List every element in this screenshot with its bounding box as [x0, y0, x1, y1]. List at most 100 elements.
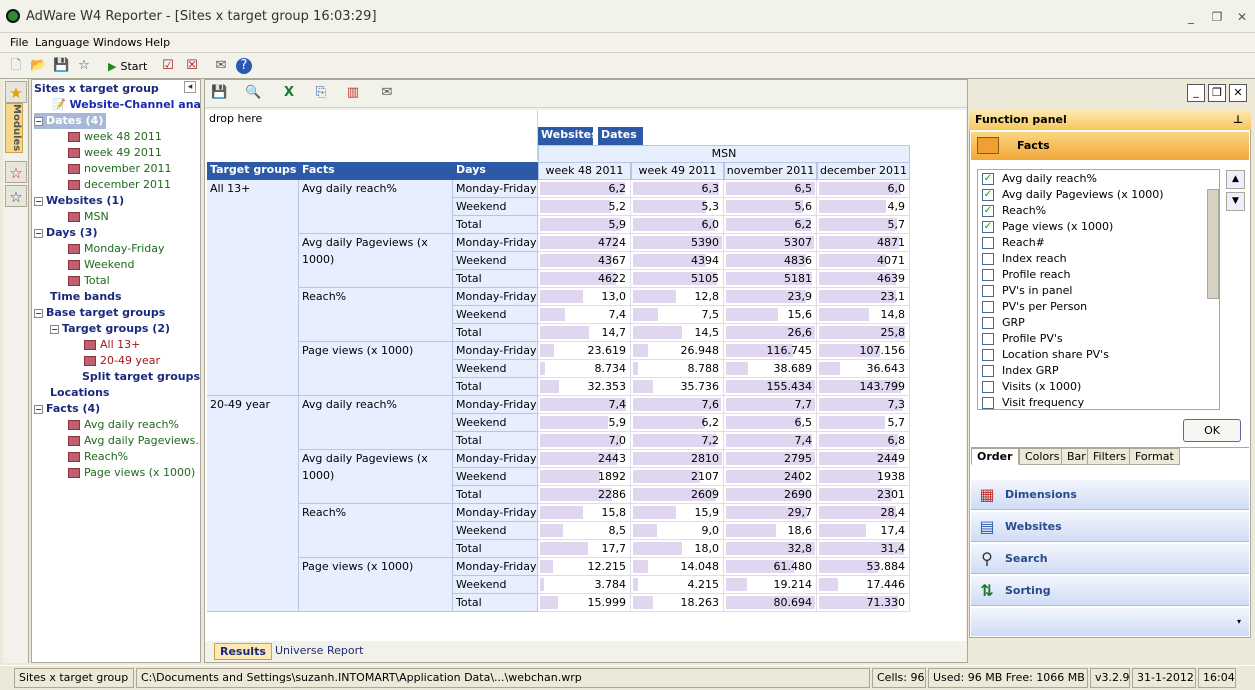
checkbox[interactable]	[982, 237, 994, 249]
value-cell[interactable]: 4724	[538, 234, 631, 252]
value-cell[interactable]: 12.215	[538, 558, 631, 576]
value-cell[interactable]: 7,7	[724, 396, 817, 414]
fact-option[interactable]: PV's in panel	[982, 283, 1072, 299]
value-cell[interactable]: 28,4	[817, 504, 910, 522]
fact-option[interactable]: PV's per Person	[982, 299, 1087, 315]
value-cell[interactable]: 4,9	[817, 198, 910, 216]
tree-date-item[interactable]: december 2011	[68, 177, 171, 193]
value-cell[interactable]: 17,4	[817, 522, 910, 540]
ok-button[interactable]: OK	[1183, 419, 1241, 442]
value-cell[interactable]: 6,3	[631, 180, 724, 198]
favorite-icon[interactable]: ☆	[76, 58, 92, 74]
value-cell[interactable]: 2402	[724, 468, 817, 486]
value-cell[interactable]: 3.784	[538, 576, 631, 594]
close-icon[interactable]: ✕	[1235, 10, 1249, 24]
fact-option[interactable]: ✓ Page views (x 1000)	[982, 219, 1113, 235]
checkbox[interactable]	[982, 397, 994, 409]
value-cell[interactable]: 17.446	[817, 576, 910, 594]
tab-report[interactable]: Report	[322, 643, 368, 658]
subtab-format[interactable]: Format	[1129, 448, 1180, 465]
tree-dates[interactable]: − Dates (4)	[34, 113, 107, 129]
tree-fact-item[interactable]: Reach%	[68, 449, 128, 465]
fact-option[interactable]: Location share PV's	[982, 347, 1109, 363]
tree-fact-item[interactable]: Page views (x 1000)	[68, 465, 195, 481]
value-cell[interactable]: 6,5	[724, 180, 817, 198]
fact-option[interactable]: Reach#	[982, 235, 1045, 251]
value-cell[interactable]: 19.214	[724, 576, 817, 594]
tree-analysis[interactable]: 📝 Website-Channel ana...	[52, 97, 200, 113]
tree-root[interactable]: Sites x target group	[34, 81, 159, 97]
nav-more-icon[interactable]: ▾	[971, 608, 1249, 636]
excel-icon[interactable]: X	[281, 85, 297, 101]
star-module-icon[interactable]: ★	[5, 81, 27, 103]
checkbox[interactable]	[982, 285, 994, 297]
tree-websites[interactable]: − Websites (1)	[34, 193, 124, 209]
fact-option[interactable]: Profile reach	[982, 267, 1071, 283]
value-cell[interactable]: 5,7	[817, 216, 910, 234]
fact-option[interactable]: Index reach	[982, 251, 1067, 267]
value-cell[interactable]: 53.884	[817, 558, 910, 576]
value-cell[interactable]: 2690	[724, 486, 817, 504]
value-cell[interactable]: 14,8	[817, 306, 910, 324]
modules-tab[interactable]: Modules	[5, 103, 23, 153]
nav-dimensions[interactable]: ▦ Dimensions	[971, 480, 1249, 510]
tree-day-item[interactable]: Weekend	[68, 257, 134, 273]
nav-websites[interactable]: ▤ Websites	[971, 512, 1249, 542]
facts-scrollbar[interactable]	[1207, 189, 1219, 299]
nav-search[interactable]: ⚲ Search	[971, 544, 1249, 574]
value-cell[interactable]: 155.434	[724, 378, 817, 396]
fact-option[interactable]: Visits (x 1000)	[982, 379, 1081, 395]
value-cell[interactable]: 38.689	[724, 360, 817, 378]
value-cell[interactable]: 61.480	[724, 558, 817, 576]
value-cell[interactable]: 32.353	[538, 378, 631, 396]
checkbox[interactable]	[982, 269, 994, 281]
panel-restore-icon[interactable]: ❐	[1208, 84, 1226, 102]
tree-split[interactable]: Split target groups	[82, 369, 200, 385]
value-cell[interactable]: 35.736	[631, 378, 724, 396]
tree-locations[interactable]: Locations	[50, 385, 109, 401]
value-cell[interactable]: 4.215	[631, 576, 724, 594]
report-icon[interactable]: ☑	[160, 58, 176, 74]
favorites-module-icon[interactable]: ☆	[5, 161, 27, 183]
value-cell[interactable]: 5,9	[538, 216, 631, 234]
new-icon[interactable]: 🗋	[8, 58, 24, 74]
mail-icon[interactable]: ✉	[213, 58, 229, 74]
tree-day-item[interactable]: Monday-Friday	[68, 241, 165, 257]
tree-date-item[interactable]: week 48 2011	[68, 129, 162, 145]
value-cell[interactable]: 5,9	[538, 414, 631, 432]
tree-day-item[interactable]: Total	[68, 273, 110, 289]
value-cell[interactable]: 5390	[631, 234, 724, 252]
column-header[interactable]: week 49 2011	[631, 162, 724, 180]
value-cell[interactable]: 2286	[538, 486, 631, 504]
value-cell[interactable]: 8.734	[538, 360, 631, 378]
value-cell[interactable]: 8,5	[538, 522, 631, 540]
value-cell[interactable]: 4836	[724, 252, 817, 270]
value-cell[interactable]: 80.694	[724, 594, 817, 612]
value-cell[interactable]: 29,7	[724, 504, 817, 522]
value-cell[interactable]: 18,0	[631, 540, 724, 558]
value-cell[interactable]: 7,4	[724, 432, 817, 450]
tab-universe[interactable]: Universe	[270, 643, 328, 658]
value-cell[interactable]: 12,8	[631, 288, 724, 306]
value-cell[interactable]: 116.745	[724, 342, 817, 360]
column-header[interactable]: week 48 2011	[538, 162, 631, 180]
menu-language[interactable]: Language	[35, 36, 89, 49]
checkbox[interactable]	[982, 253, 994, 265]
value-cell[interactable]: 5,2	[538, 198, 631, 216]
value-cell[interactable]: 17,7	[538, 540, 631, 558]
value-cell[interactable]: 6,2	[724, 216, 817, 234]
value-cell[interactable]: 5307	[724, 234, 817, 252]
value-cell[interactable]: 6,5	[724, 414, 817, 432]
subtab-colors[interactable]: Colors	[1019, 448, 1066, 465]
value-cell[interactable]: 18,6	[724, 522, 817, 540]
value-cell[interactable]: 5,7	[817, 414, 910, 432]
row-header-days[interactable]: Days	[453, 162, 538, 180]
value-cell[interactable]: 7,2	[631, 432, 724, 450]
menu-help[interactable]: Help	[145, 36, 170, 49]
tree-tg-item[interactable]: All 13+	[84, 337, 140, 353]
value-cell[interactable]: 7,6	[631, 396, 724, 414]
value-cell[interactable]: 15.999	[538, 594, 631, 612]
chart-icon[interactable]: ▥	[345, 85, 361, 101]
tree-facts[interactable]: − Facts (4)	[34, 401, 100, 417]
menu-windows[interactable]: Windows	[93, 36, 142, 49]
